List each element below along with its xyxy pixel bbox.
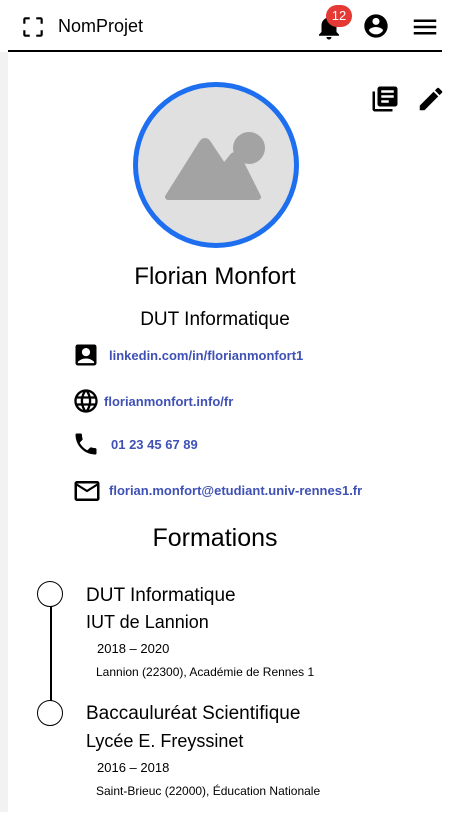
section-title-formations: Formations — [152, 524, 278, 552]
contact-card-icon — [75, 344, 97, 366]
page: NomProjet 12 Florian Monfort DUT Informa… — [0, 0, 460, 820]
contact-email: florian.monfort@etudiant.univ-rennes1.fr — [72, 476, 372, 506]
contact-website: florianmonfort.info/fr — [72, 387, 272, 417]
phone-link[interactable]: 01 23 45 67 89 — [111, 437, 198, 453]
edit-icon[interactable] — [416, 84, 446, 114]
menu-icon[interactable] — [410, 12, 440, 42]
email-link[interactable]: florian.monfort@etudiant.univ-rennes1.fr — [109, 483, 362, 499]
mail-icon — [74, 481, 100, 501]
side-gutter — [0, 52, 8, 812]
globe-icon — [74, 389, 98, 413]
education-location: Saint-Brieuc (22000), Éducation National… — [96, 784, 321, 798]
education-school: IUT de Lannion — [86, 612, 209, 632]
contact-phone: 01 23 45 67 89 — [72, 430, 222, 460]
crop-free-icon[interactable] — [20, 14, 46, 40]
account-circle-icon[interactable] — [362, 12, 390, 40]
website-link[interactable]: florianmonfort.info/fr — [104, 394, 233, 410]
notification-badge: 12 — [326, 5, 352, 27]
profile-subtitle: DUT Informatique — [140, 309, 290, 330]
education-degree: Baccauluréat Scientifique — [86, 703, 301, 724]
app-title[interactable]: NomProjet — [58, 14, 143, 38]
education-degree: DUT Informatique — [86, 585, 236, 606]
education-years: 2018 – 2020 — [97, 641, 170, 656]
top-app-bar: NomProjet 12 — [8, 0, 442, 52]
contact-linkedin: linkedin.com/in/florianmonfort1 — [72, 341, 332, 371]
education-school: Lycée E. Freyssinet — [86, 731, 244, 751]
image-placeholder-icon — [165, 132, 265, 200]
education-years: 2016 – 2018 — [97, 760, 170, 775]
phone-icon — [75, 433, 97, 455]
timeline-line — [50, 604, 52, 714]
timeline-dot — [37, 700, 63, 726]
timeline-dot — [37, 581, 63, 607]
profile-name: Florian Monfort — [134, 263, 296, 290]
linkedin-link[interactable]: linkedin.com/in/florianmonfort1 — [109, 348, 303, 364]
library-books-icon[interactable] — [370, 84, 400, 114]
avatar — [133, 82, 299, 248]
education-location: Lannion (22300), Académie de Rennes 1 — [96, 665, 315, 679]
